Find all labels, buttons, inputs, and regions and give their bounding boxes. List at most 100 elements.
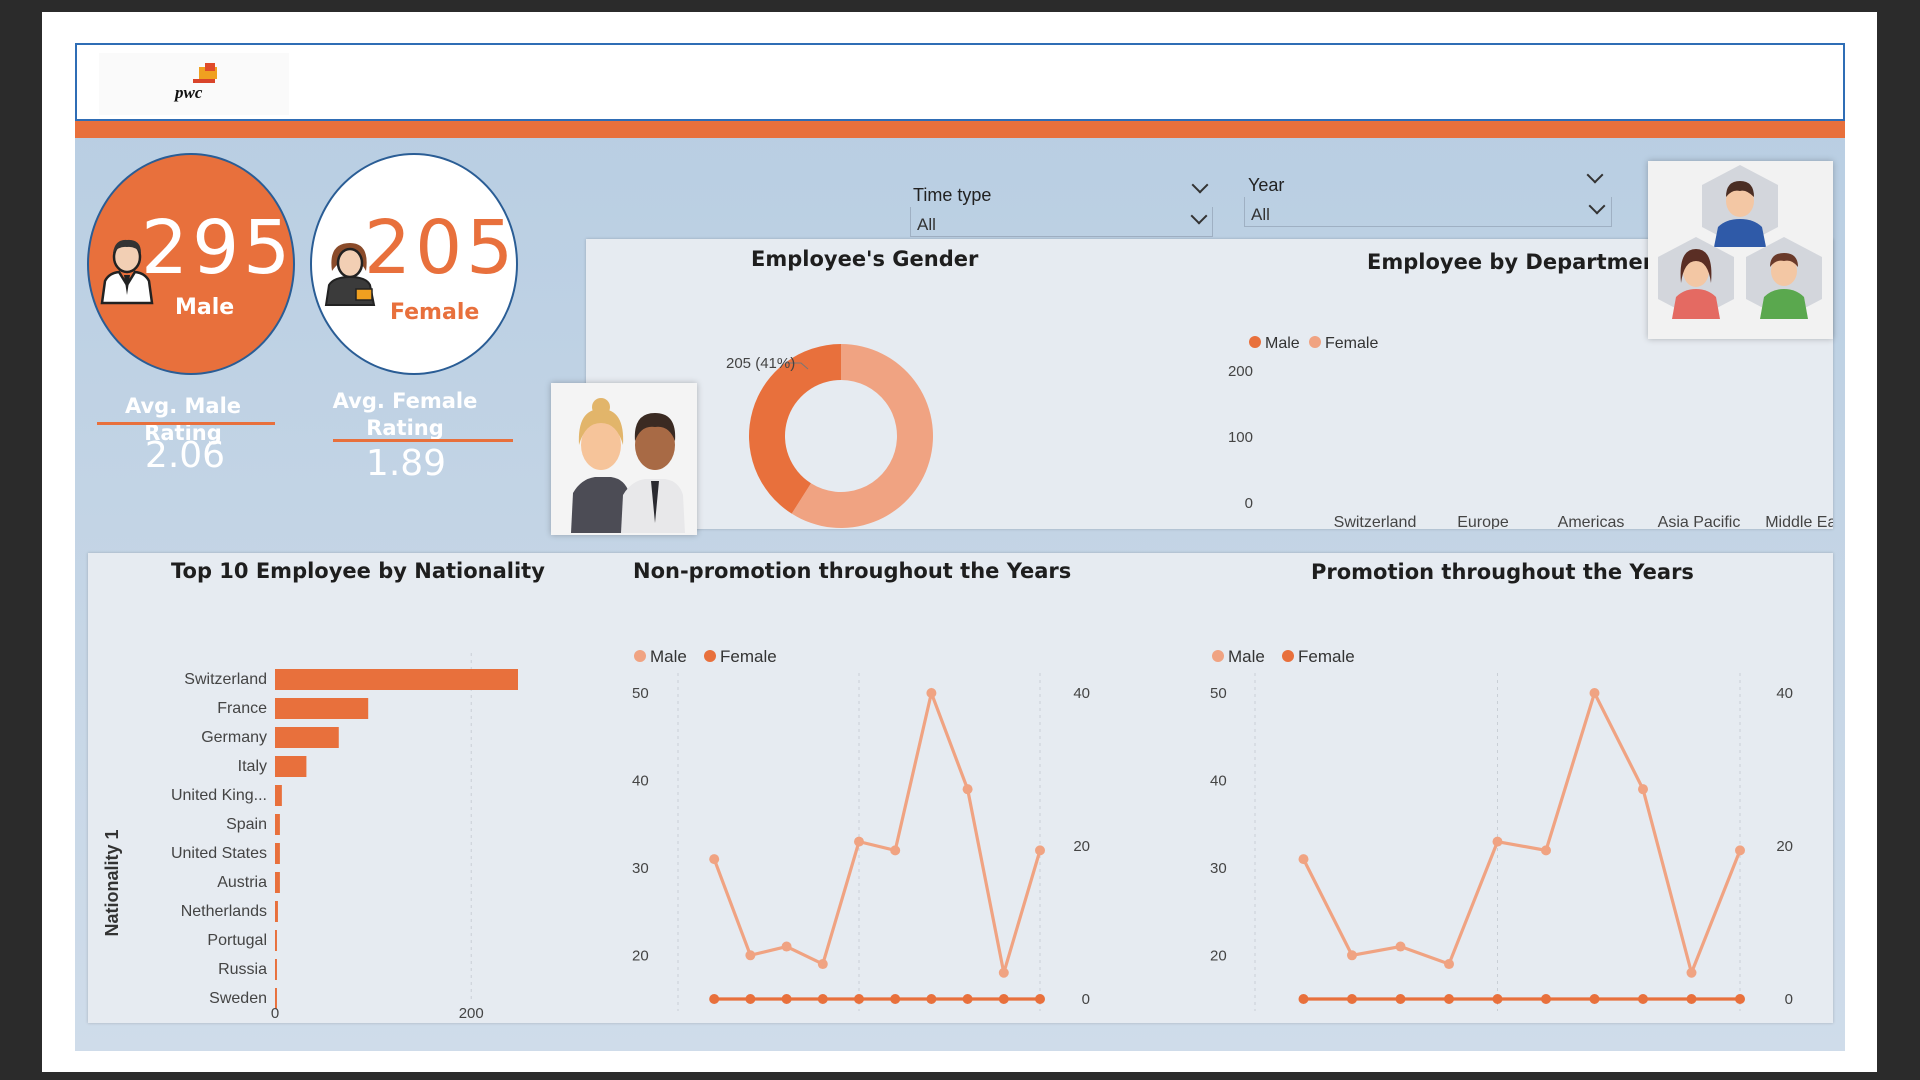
bar-nationality-9 [275,930,277,951]
female-label: Female [390,300,480,325]
bar-nationality-4 [275,785,282,806]
legend-label-male: Male [1228,647,1265,666]
couple-illustration [551,383,697,535]
logo-mark-red [205,63,215,71]
y-left-tick-label: 50 [632,685,649,702]
point-female [1492,994,1503,1004]
point-male [1444,959,1454,970]
y-tick-label: France [217,700,267,717]
y-left-tick-label: 40 [1210,772,1227,789]
y-axis-label: Nationality 1 [102,829,122,936]
y-tick-label: Italy [238,758,267,775]
promo-chart-title: Promotion throughout the Years [1311,560,1694,584]
y-tick-label: Russia [218,961,267,978]
point-female [1735,994,1745,1004]
bar-nationality-7 [275,872,280,893]
point-male [1541,845,1551,856]
chevron-down-icon [1588,197,1606,215]
x-tick-label: Europe [1457,514,1509,529]
report-canvas: pwc 295 Male 205 Female Avg. Male Rating… [75,43,1845,1051]
y-left-tick-label: 30 [1210,860,1227,877]
chevron-down-icon [1190,207,1208,225]
time-type-value: All [917,215,936,234]
male-label: Male [175,295,235,320]
legend-marker-male [1212,650,1224,662]
point-female [1035,994,1045,1004]
time-type-dropdown[interactable]: All [910,207,1213,237]
avg-female-underline [333,439,513,442]
point-male [1298,854,1309,865]
y-tick-label: 200 [1228,363,1253,380]
male-kpi-card: 295 Male [87,153,295,375]
y-tick-label: Germany [201,729,267,746]
legend-marker-female [1309,336,1321,348]
year-dropdown[interactable]: All [1244,197,1612,227]
legend-label-male: Male [1265,335,1300,352]
point-male [1347,950,1357,961]
bar-nationality-10 [275,959,277,980]
y-tick-label: Portugal [207,932,267,949]
legend-label-female: Female [720,647,777,666]
data-label-female: 205 (41%) [726,355,795,372]
bar-nationality-1 [275,698,369,719]
point-male [745,950,756,961]
x-tick-label: Switzerland [1334,514,1417,529]
y-tick-label: Netherlands [181,903,267,920]
point-female [998,994,1009,1004]
point-female [890,994,901,1004]
bar-nationality-6 [275,843,280,864]
y-left-tick-label: 20 [1210,947,1227,964]
nonpromo-line-chart: MaleFemale2010201520202030405002040 [632,647,1090,1011]
line-male [1302,688,1742,978]
y-left-tick-label: 40 [632,772,649,789]
point-female [1638,994,1648,1004]
point-female [1541,994,1551,1004]
point-female [854,994,864,1004]
y-tick-label: 100 [1228,429,1253,446]
point-male [998,967,1009,978]
accent-bar [75,119,1845,138]
y-right-tick-label: 0 [1082,991,1090,1008]
point-male [1492,836,1503,847]
line-male [712,687,1042,974]
x-tick-label: Asia Pacific [1658,514,1741,529]
point-female [1347,994,1357,1004]
y-right-tick-label: 40 [1776,685,1793,702]
pwc-logo: pwc [99,53,289,115]
time-type-slicer-label: Time type [913,185,992,205]
x-tick-label: 200 [459,1005,484,1022]
point-male [962,784,973,795]
nonpromo-chart-title: Non-promotion throughout the Years [633,559,1072,583]
point-female [745,994,756,1004]
avg-female-rating-value: 1.89 [365,443,447,484]
point-male [926,688,937,698]
point-female [1298,994,1309,1004]
point-male [854,836,864,847]
legend-marker-female [704,650,716,662]
y-tick-label: United King... [171,787,267,804]
point-female [962,994,973,1004]
avg-female-rating-label: Avg. Female Rating [332,389,478,440]
y-tick-label: United States [171,845,267,862]
team-icon [1648,161,1833,339]
chevron-down-icon[interactable] [1586,166,1604,184]
bar-nationality-8 [275,901,278,922]
female-kpi-card: 205 Female [310,153,518,375]
promo-line-chart: MaleFemale2010201520202030405002040 [1210,647,1793,1011]
chevron-down-icon[interactable] [1191,176,1209,194]
y-tick-label: Spain [226,816,267,833]
point-female [1444,994,1454,1004]
team-hexagon-illustration [1648,161,1833,339]
y-left-tick-label: 20 [632,947,649,964]
y-left-tick-label: 50 [1210,685,1227,702]
legend-label-female: Female [1325,335,1378,352]
y-tick-label: 0 [1245,495,1253,512]
legend-label-male: Male [650,647,687,666]
y-right-tick-label: 20 [1073,838,1090,855]
legend-marker-male [634,650,646,662]
female-count: 205 [364,205,518,291]
y-right-tick-label: 20 [1776,838,1793,855]
point-male [781,941,792,952]
point-female [1589,994,1600,1004]
point-male [890,845,901,856]
